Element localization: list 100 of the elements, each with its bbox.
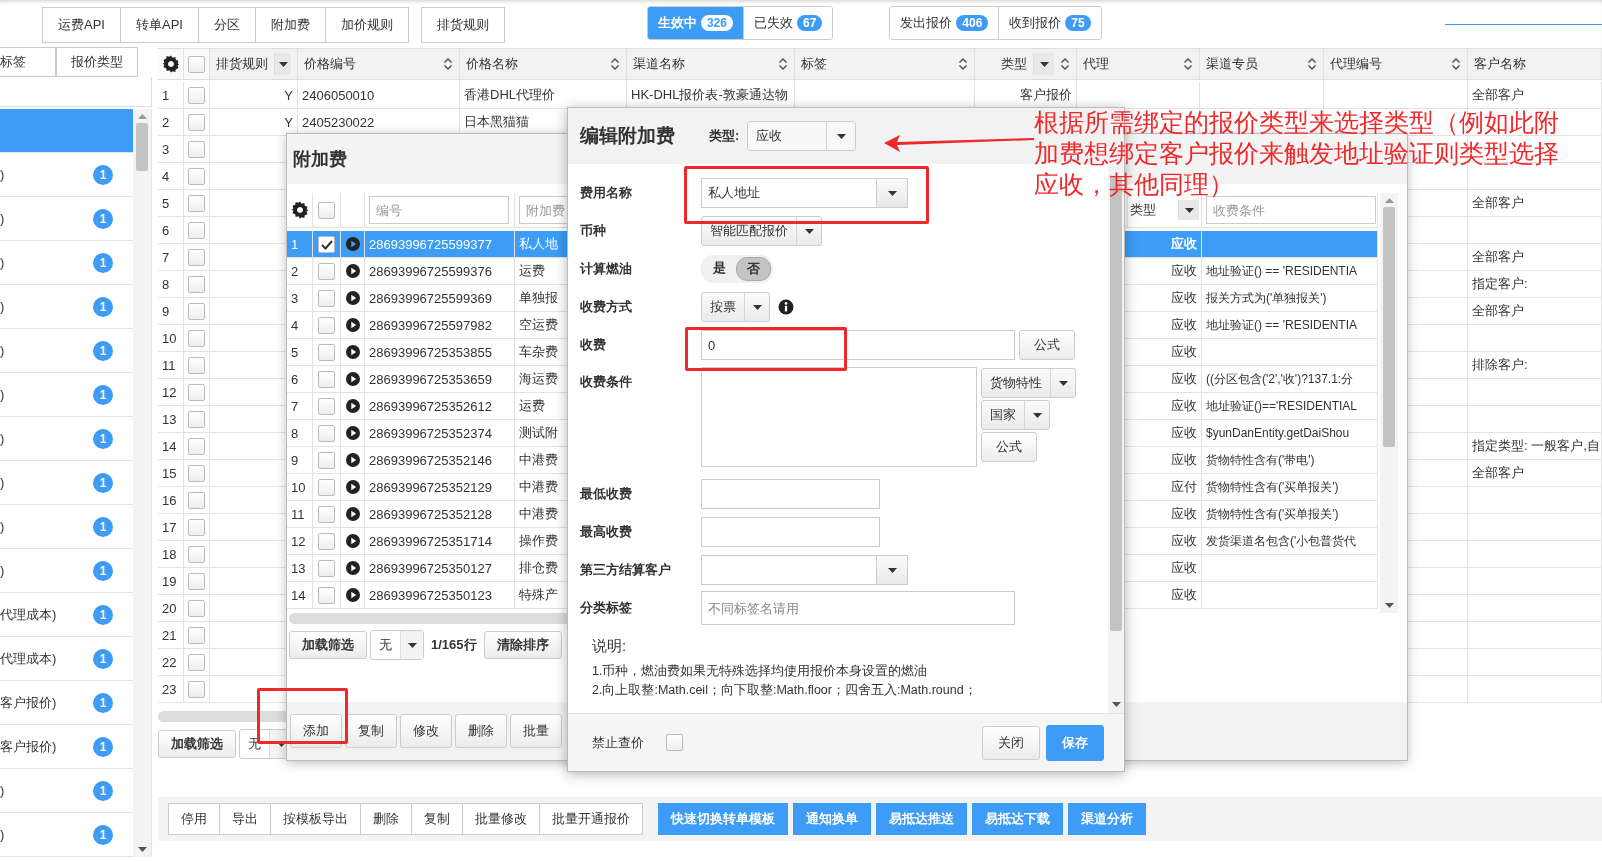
checkbox[interactable]	[188, 626, 205, 644]
text-field[interactable]: 0	[701, 330, 1015, 360]
checkbox[interactable]	[188, 680, 205, 698]
dropdown-button[interactable]: 货物特性	[981, 368, 1076, 398]
formula-button[interactable]: 公式	[981, 432, 1037, 462]
dropdown-button[interactable]	[274, 53, 291, 75]
checkbox[interactable]	[318, 343, 335, 361]
checkbox[interactable]	[318, 370, 335, 388]
column-header[interactable]: 代理编号	[1330, 55, 1445, 73]
checkbox[interactable]	[188, 653, 205, 671]
checkbox[interactable]	[318, 559, 335, 577]
checkbox[interactable]	[318, 586, 335, 604]
dropdown-button[interactable]	[1033, 53, 1054, 75]
checkbox[interactable]	[188, 275, 205, 293]
checkbox[interactable]	[188, 518, 205, 536]
toggle-option[interactable]: 是	[703, 257, 736, 281]
checkbox[interactable]	[318, 532, 335, 550]
checkbox[interactable]	[318, 424, 335, 442]
checkbox[interactable]	[188, 599, 205, 617]
toggle-switch[interactable]: 是 否	[701, 255, 773, 283]
checkbox[interactable]	[318, 397, 335, 415]
dropdown-button[interactable]: 智能匹配报价	[701, 216, 822, 246]
dropdown-button[interactable]	[1178, 200, 1199, 220]
checkbox[interactable]	[188, 55, 205, 73]
checkbox[interactable]	[188, 167, 205, 185]
column-header[interactable]: 渠道专员	[1206, 55, 1301, 73]
action-button[interactable]: 修改	[400, 714, 452, 748]
checkbox[interactable]	[318, 289, 335, 307]
load-filter-button[interactable]: 加载筛选	[158, 730, 236, 758]
column-header[interactable]: 类型	[981, 55, 1027, 73]
scrollbar[interactable]	[133, 109, 151, 857]
action-button[interactable]: 复制	[345, 714, 397, 748]
checkbox[interactable]	[188, 248, 205, 266]
column-header[interactable]: 排货规则	[216, 55, 268, 73]
sidebar-item[interactable]	[0, 109, 133, 153]
action-button[interactable]: 导出	[220, 803, 271, 835]
filter-field[interactable]: 编号	[369, 196, 509, 224]
column-header[interactable]: 标签	[801, 55, 952, 73]
action-button[interactable]: 批量	[510, 714, 562, 748]
sidebar-tab[interactable]: 标签	[0, 47, 56, 77]
checkbox[interactable]	[188, 329, 205, 347]
checkbox[interactable]	[188, 464, 205, 482]
table-cell: 14	[287, 582, 313, 608]
scrollbar[interactable]	[1380, 193, 1398, 613]
checkbox[interactable]	[318, 478, 335, 496]
text-field[interactable]	[701, 517, 880, 547]
toggle-option[interactable]: 否	[736, 257, 771, 281]
type-dropdown[interactable]: 应收	[747, 121, 857, 151]
action-button[interactable]: 添加	[290, 714, 342, 748]
text-field[interactable]	[701, 479, 880, 509]
checkbox[interactable]	[188, 113, 205, 131]
column-header[interactable]: 价格编号	[304, 55, 437, 73]
action-button[interactable]: 删除	[361, 803, 412, 835]
checkbox[interactable]	[318, 262, 335, 280]
clear-sort-button[interactable]: 清除排序	[483, 631, 562, 659]
column-header[interactable]: 客户名称	[1474, 55, 1595, 73]
checkbox[interactable]	[318, 451, 335, 469]
checkbox[interactable]	[188, 302, 205, 320]
filter-field[interactable]	[0, 77, 152, 107]
column-header[interactable]: 渠道名称	[633, 55, 772, 73]
load-filter-button[interactable]: 加载筛选	[289, 631, 367, 659]
preset-dropdown[interactable]: 无	[370, 630, 424, 660]
checkbox[interactable]	[666, 734, 683, 751]
action-button[interactable]: 批量修改	[463, 803, 540, 835]
checkbox[interactable]	[188, 194, 205, 212]
checkbox[interactable]	[188, 491, 205, 509]
scroll-thumb[interactable]	[1383, 207, 1395, 447]
checkbox[interactable]	[188, 356, 205, 374]
play-icon	[345, 318, 360, 332]
checkbox[interactable]	[188, 221, 205, 239]
close-button[interactable]: 关闭	[982, 725, 1040, 760]
dropdown-button[interactable]: 国家	[981, 400, 1050, 430]
checkbox[interactable]	[188, 437, 205, 455]
action-button[interactable]: 按模板导出	[271, 803, 361, 835]
action-button[interactable]: 停用	[168, 803, 220, 835]
checkbox[interactable]	[188, 383, 205, 401]
dropdown-button[interactable]: 按票	[701, 292, 770, 322]
column-header[interactable]: 类型	[1130, 201, 1174, 219]
select-field[interactable]	[701, 555, 908, 585]
checkbox[interactable]	[188, 572, 205, 590]
column-header[interactable]: 代理	[1083, 55, 1177, 73]
action-button[interactable]: 删除	[455, 714, 507, 748]
action-button[interactable]: 批量开通报价	[540, 803, 643, 835]
scroll-thumb[interactable]	[136, 123, 148, 171]
checkbox[interactable]	[188, 410, 205, 428]
status-tab[interactable]: 发出报价 406	[890, 7, 1000, 39]
checkbox[interactable]	[318, 505, 335, 523]
checkbox[interactable]	[318, 201, 335, 219]
text-area[interactable]	[701, 367, 977, 467]
action-button[interactable]: 复制	[412, 803, 463, 835]
checkbox[interactable]	[318, 235, 335, 253]
sidebar-tab[interactable]: 报价类型	[56, 47, 138, 77]
checkbox[interactable]	[318, 316, 335, 334]
select-field[interactable]: 私人地址	[701, 178, 908, 208]
column-header[interactable]: 价格名称	[466, 55, 604, 73]
checkbox[interactable]	[188, 86, 205, 104]
formula-button[interactable]: 公式	[1019, 330, 1075, 360]
text-field[interactable]: 不同标签名请用	[701, 591, 1015, 625]
checkbox[interactable]	[188, 140, 205, 158]
checkbox[interactable]	[188, 545, 205, 563]
